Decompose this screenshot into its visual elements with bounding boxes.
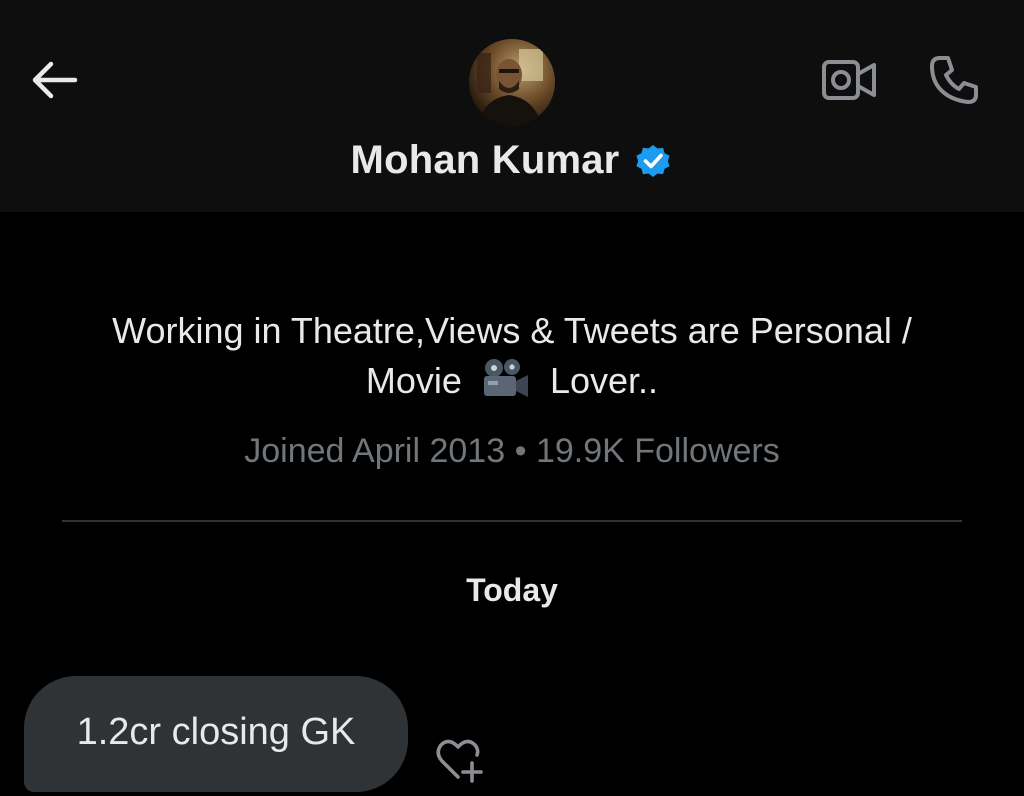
- phone-icon: [930, 56, 978, 104]
- back-button[interactable]: [26, 54, 82, 106]
- contact-name-row: Mohan Kumar: [0, 138, 1024, 183]
- voice-call-button[interactable]: [924, 52, 984, 108]
- profile-bio: Working in Theatre,Views & Tweets are Pe…: [60, 306, 964, 412]
- bio-line-1: Working in Theatre,Views & Tweets are Pe…: [112, 310, 912, 351]
- movie-camera-emoji-icon: [480, 357, 532, 412]
- video-camera-icon: [822, 60, 876, 100]
- message-text: 1.2cr closing GK: [76, 710, 356, 753]
- contact-name[interactable]: Mohan Kumar: [351, 138, 620, 183]
- heart-plus-icon: [436, 739, 483, 783]
- followers-count[interactable]: 19.9K Followers: [536, 432, 780, 470]
- header-actions: [820, 52, 984, 108]
- add-reaction-button[interactable]: [430, 734, 490, 786]
- day-separator: Today: [466, 572, 558, 608]
- profile-meta: Joined April 2013 • 19.9K Followers: [0, 432, 1024, 471]
- bio-text-after-emoji: Lover..: [549, 360, 659, 401]
- arrow-left-icon: [32, 61, 78, 99]
- verified-badge-icon: [633, 141, 673, 181]
- bio-text-before-emoji: Movie: [365, 360, 462, 401]
- joined-date: Joined April 2013: [244, 432, 506, 470]
- video-call-button[interactable]: [820, 52, 880, 108]
- meta-separator: •: [514, 432, 527, 470]
- conversation-header: Mohan Kumar: [0, 0, 1024, 212]
- message-bubble[interactable]: 1.2cr closing GK: [24, 676, 408, 792]
- avatar[interactable]: [469, 39, 555, 125]
- divider: [62, 520, 962, 522]
- bio-line-2: Movie Lover..: [60, 356, 964, 412]
